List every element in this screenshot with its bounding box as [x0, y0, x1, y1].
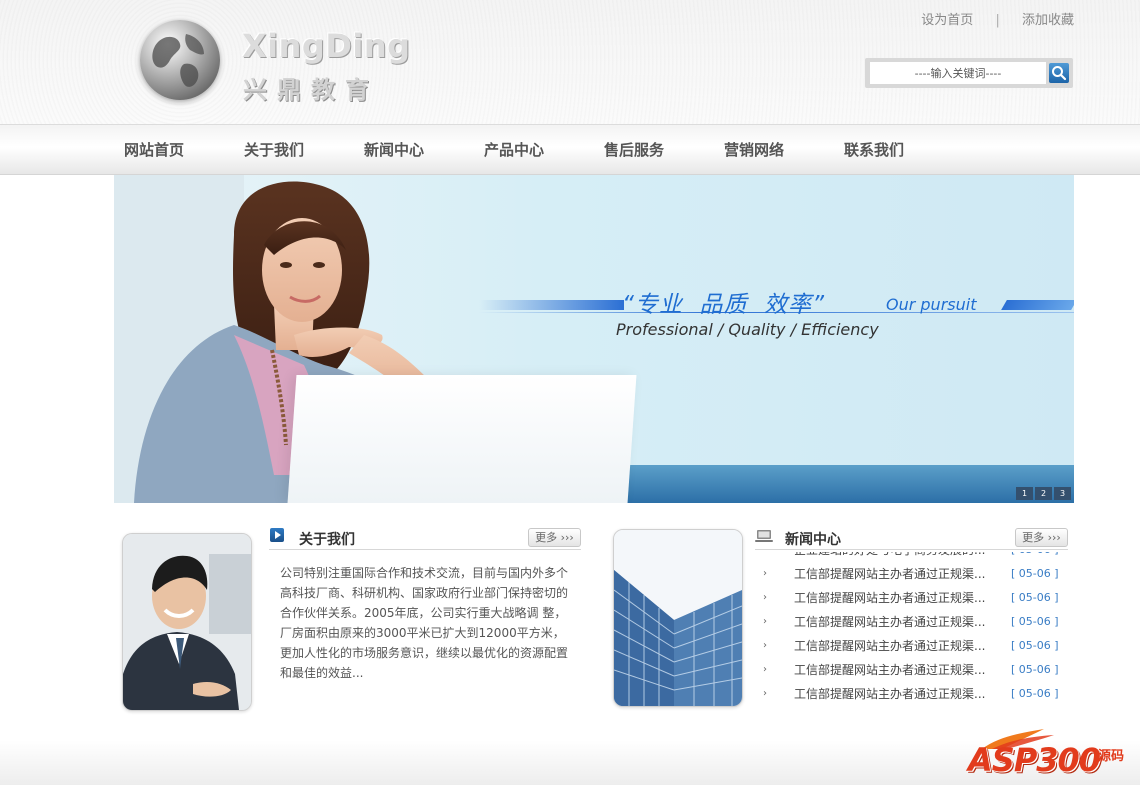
news-list: › 企业建站的好处与电子商务发展的... [ 05-06 ] › 工信部提醒网站… [760, 552, 1060, 710]
news-date: [ 05-06 ] [1011, 687, 1059, 700]
nav-item-products[interactable]: 产品中心 [484, 139, 544, 160]
nav-item-news[interactable]: 新闻中心 [364, 139, 424, 160]
news-date: [ 05-06 ] [1011, 615, 1059, 628]
banner-slogan-pursuit: Our pursuit [886, 295, 977, 314]
news-list-item[interactable]: › 工信部提醒网站主办者通过正规渠... [ 05-06 ] [760, 658, 1060, 682]
globe-logo-icon[interactable] [140, 20, 220, 100]
news-title-link[interactable]: 工信部提醒网站主办者通过正规渠... [794, 658, 994, 682]
about-more-button[interactable]: 更多 ››› [528, 528, 581, 547]
about-more-label: 更多 [535, 531, 558, 544]
banner-page-3-button[interactable]: 3 [1054, 487, 1071, 500]
news-title-link[interactable]: 工信部提醒网站主办者通过正规渠... [794, 634, 994, 658]
news-date: [ 05-06 ] [1011, 591, 1059, 604]
site-header: XingDing 兴鼎教育 设为首页 | 添加收藏 [0, 0, 1140, 124]
computer-icon [755, 530, 773, 542]
chevron-right-icon: › [763, 592, 767, 603]
news-title-link[interactable]: 企业建站的好处与电子商务发展的... [794, 552, 994, 562]
banner-page-1-button[interactable]: 1 [1016, 487, 1033, 500]
about-section-header: 关于我们 更多 ››› [269, 525, 581, 550]
news-title-link[interactable]: 工信部提醒网站主办者通过正规渠... [794, 610, 994, 634]
news-section-header: 新闻中心 更多 ››› [755, 525, 1068, 550]
slogan-stripe-right [1001, 300, 1074, 310]
chevron-right-icon: › [763, 568, 767, 579]
double-chevron-right-icon: ››› [1044, 531, 1061, 544]
main-nav: 网站首页 关于我们 新闻中心 产品中心 售后服务 营销网络 联系我们 [0, 124, 1140, 175]
building-image [614, 530, 742, 706]
banner-slogan-en: Professional / Quality / Efficiency [616, 320, 879, 339]
chevron-right-icon: › [763, 640, 767, 651]
banner-slogan-cn: “专业 品质 效率” [622, 292, 826, 318]
news-date: [ 05-06 ] [1011, 639, 1059, 652]
nav-item-contact[interactable]: 联系我们 [844, 139, 904, 160]
news-section-title: 新闻中心 [785, 532, 841, 548]
search-input[interactable] [870, 62, 1046, 84]
asp300-watermark: ASP300 源码 [966, 727, 1136, 783]
top-links: 设为首页 | 添加收藏 [921, 9, 1074, 28]
double-chevron-right-icon: ››› [557, 531, 574, 544]
banner-page-2-button[interactable]: 2 [1035, 487, 1052, 500]
nav-item-service[interactable]: 售后服务 [604, 139, 664, 160]
logo-text-en: XingDing [242, 27, 411, 65]
nav-item-network[interactable]: 营销网络 [724, 139, 784, 160]
banner-sea [594, 465, 1074, 503]
news-more-button[interactable]: 更多 ››› [1015, 528, 1068, 547]
news-title-link[interactable]: 工信部提醒网站主办者通过正规渠... [794, 562, 994, 586]
news-photo[interactable] [613, 529, 743, 707]
nav-item-about[interactable]: 关于我们 [244, 139, 304, 160]
news-list-item[interactable]: › 工信部提醒网站主办者通过正规渠... [ 05-06 ] [760, 610, 1060, 634]
about-photo[interactable] [122, 533, 252, 711]
chevron-right-icon: › [763, 616, 767, 627]
logo-text-cn: 兴鼎教育 [243, 75, 379, 104]
chevron-right-icon: › [763, 688, 767, 699]
watermark-text: ASP300 [968, 741, 1101, 779]
slogan-stripe [479, 300, 624, 310]
news-title-link[interactable]: 工信部提醒网站主办者通过正规渠... [794, 586, 994, 610]
watermark-suffix: 源码 [1098, 749, 1125, 764]
news-date: [ 05-06 ] [1011, 663, 1059, 676]
search-box [865, 58, 1073, 88]
chevron-right-icon: › [763, 552, 767, 562]
about-section-title: 关于我们 [299, 532, 355, 548]
news-list-item[interactable]: › 工信部提醒网站主办者通过正规渠... [ 05-06 ] [760, 562, 1060, 586]
top-links-separator: | [995, 13, 1000, 28]
news-list-item[interactable]: › 工信部提醒网站主办者通过正规渠... [ 05-06 ] [760, 682, 1060, 706]
add-favorite-link[interactable]: 添加收藏 [1022, 9, 1074, 28]
news-list-item[interactable]: › 工信部提醒网站主办者通过正规渠... [ 05-06 ] [760, 634, 1060, 658]
nav-item-home[interactable]: 网站首页 [124, 139, 184, 160]
chevron-right-icon: › [763, 664, 767, 675]
news-date: [ 05-06 ] [1011, 552, 1059, 562]
about-text: 公司特别注重国际合作和技术交流，目前与国内外多个高科技厂商、科研机构、国家政府行… [280, 566, 569, 680]
news-list-item[interactable]: › 企业建站的好处与电子商务发展的... [ 05-06 ] [760, 552, 1060, 562]
banner-laptop [287, 375, 637, 503]
businessman-image [123, 534, 251, 710]
hero-banner[interactable]: “专业 品质 效率” Our pursuit Professional / Qu… [114, 175, 1074, 503]
search-button[interactable] [1049, 63, 1069, 83]
search-icon [1052, 66, 1067, 81]
news-date: [ 05-06 ] [1011, 567, 1059, 580]
play-arrow-icon [270, 528, 284, 542]
news-more-label: 更多 [1022, 531, 1045, 544]
news-title-link[interactable]: 工信部提醒网站主办者通过正规渠... [794, 682, 994, 706]
news-list-item[interactable]: › 工信部提醒网站主办者通过正规渠... [ 05-06 ] [760, 586, 1060, 610]
banner-pager: 1 2 3 [1016, 487, 1071, 500]
set-homepage-link[interactable]: 设为首页 [921, 9, 973, 28]
